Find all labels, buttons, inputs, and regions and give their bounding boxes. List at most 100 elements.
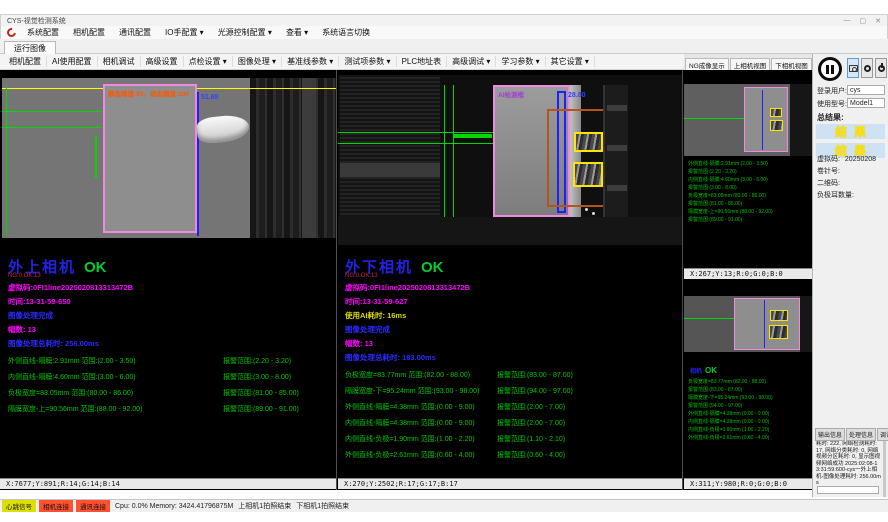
thumb-result-line: 外侧直线-隔膜=4.38mm (0.00 - 9.00) [688,410,773,418]
panel-field: 卷针号: [817,166,843,176]
menu-bar: 系统配置相机配置通讯配置IO手配置 ▾光源控制配置 ▾查看 ▾系统语言切换 [0,26,888,39]
thumb2-result-lines: 负极宽度=83.77mm (82.00 - 88.00)报警范围:(83.00 … [688,378,773,442]
toolbar-item[interactable]: 点检设置 ▾ [184,56,233,67]
blue-measure-value: 28.80 [568,92,586,99]
defect-box-1 [574,132,603,152]
toolbar-item[interactable]: 测试项参数 ▾ [339,56,396,67]
login-value-field[interactable]: cys [847,85,885,95]
main-area: 静态阈值:93，动态阈值:100 51.68 外上相机OK NG:0,OK:13… [0,70,812,490]
measurement-value: 内侧直线-隔膜:4.60mm 范围:(3.00 - 6.00) [8,372,223,382]
ai-time-line: 使用AI耗时: 16ms [345,310,675,321]
thumbnail-tabs: NG成像显示上相机视图下相机视图 [684,54,812,70]
panel-field: 二维码: [817,178,843,188]
model-value-field[interactable]: Model1 [847,98,885,108]
green-line-1 [2,111,102,112]
left-coordinate-bar: X:7677;Y:891;R:14;G:14;B:14 [0,478,336,489]
lower-camera-status: 下相机1拍照结束 [296,501,349,511]
measurement-row: 外侧直线-隔膜=4.38mm 范围:(0.00 - 9.00) 报警范围:(2.… [345,402,675,412]
field-label: 卷针号: [817,168,840,175]
thumb2-title: 相机 [690,369,702,375]
alarm-range: 报警范围:(1.10 - 2.10) [497,434,565,444]
speck-dot [585,208,588,211]
log-input[interactable] [817,486,879,494]
thumb-result-line: 外侧直线-负极=2.61mm (0.60 - 4.00) [688,434,773,442]
upper-camera-status: 上相机1拍照结束 [238,501,291,511]
left-camera-image[interactable]: 静态阈值:93，动态阈值:100 51.68 [2,78,336,238]
close-button[interactable]: ✕ [875,17,881,25]
panel-field: 负极耳数量: [817,190,857,200]
thumb-result-line: 负极宽度=83.05mm (80.00 - 86.00) [688,192,773,200]
toolbar-item[interactable]: 高级调试 ▾ [447,56,496,67]
pause-button[interactable] [818,57,842,81]
image-bottom-band [338,217,683,245]
status-badges: 心跳信号相机连接通讯连接 [2,500,110,512]
minimize-button[interactable]: — [844,17,851,25]
thumb-tab[interactable]: 上相机视图 [730,58,771,70]
measurement-value: 负极宽度=83.77mm 范围:(82.00 - 88.00) [345,370,497,380]
green-line-2 [2,127,102,128]
power-icon [878,65,885,72]
tab-run-image[interactable]: 运行图像 [4,41,56,54]
app-logo-icon [5,26,18,39]
center-camera-view: AI检测框 28.80 外下相机OK [338,70,683,490]
thumb-result-line: 隔膜宽度-上=90.56mm (88.00 - 92.00) [688,208,773,216]
green-thick-segment [453,134,492,138]
tape-nozzle-object [196,113,250,144]
measurement-row: 内侧直线-负极=1.90mm 范围:(1.00 - 2.20) 报警范围:(1.… [345,434,675,444]
blue-measure-line [197,92,199,236]
total-result-label: 总结果: [817,112,844,123]
done-line: 图像处理完成 [345,324,675,335]
menu-item[interactable]: 相机配置 [66,28,112,37]
field-label: 二维码: [817,180,840,187]
measurement-row: 内侧直线-隔膜=4.38mm 范围:(0.00 - 9.00) 报警范围:(2.… [345,418,675,428]
thumb2-header: 相机OK [690,366,717,375]
menu-item[interactable]: 系统语言切换 [315,28,377,37]
center-camera-image[interactable]: AI检测框 28.80 [338,75,683,245]
roi-box-pink: 静态阈值:93，动态阈值:100 [103,84,197,233]
menu-item[interactable]: 通讯配置 [112,28,158,37]
toolbar-item[interactable]: 高级设置 [141,56,184,67]
measurement-value: 外侧直线-隔膜=4.38mm 范围:(0.00 - 9.00) [345,402,497,412]
camera-status: OK [84,259,107,276]
toolbar-item[interactable]: 学习参数 ▾ [496,56,545,67]
menu-item[interactable]: 光源控制配置 ▾ [211,28,279,37]
status-badge: 相机连接 [39,500,73,512]
power-button[interactable] [875,58,887,78]
thumb-tab[interactable]: 下相机视图 [771,58,812,70]
thumb2-image[interactable] [684,296,812,352]
toolbar-item[interactable]: AI使用配置 [47,56,98,67]
alarm-range: 报警范围:(2.20 - 3.20) [223,356,291,366]
thumbnail-column: 外侧直线-隔膜:2.91mm (2.00 - 3.50)报警范围:(2.20 -… [684,70,812,490]
lens-button[interactable] [861,58,873,78]
menu-item[interactable]: 查看 ▾ [279,28,315,37]
thumb1-image[interactable] [684,84,812,156]
machinery-silhouette [603,85,628,217]
camera-button[interactable] [847,58,859,78]
log-tab[interactable]: 调试信息 [877,428,888,441]
log-tab[interactable]: 处理信息 [846,428,876,441]
toolbar-item[interactable]: 相机调试 [98,56,141,67]
thumb-result-line: 报警范围:(94.00 - 97.00) [688,402,773,410]
measurement-row: 负极宽度=83.05mm 范围:(80.00 - 86.00) 报警范围:(81… [8,388,337,398]
thumb-result-line: 内侧直线-负极=1.90mm (1.00 - 2.20) [688,426,773,434]
log-scrollbar[interactable] [883,441,886,497]
thumb-result-line: 内侧直线-隔膜:4.60mm (3.00 - 6.00) [688,176,773,184]
barcode-line: 虚拟码:0FI1line2025020813313472B [8,282,337,293]
menu-item[interactable]: IO手配置 ▾ [158,28,211,37]
toolbar-item[interactable]: 基准线参数 ▾ [282,56,339,67]
toolbar-item[interactable]: 其它设置 ▾ [546,56,595,67]
machine-stripes [250,78,336,238]
thumb-tab[interactable]: NG成像显示 [685,58,729,70]
thumb2-status: OK [705,366,717,375]
done-line: 图像处理完成 [8,310,337,321]
ai-box-label: AI检测框 [498,89,524,99]
toolbar-item[interactable]: PLC地址表 [397,56,448,67]
result-box-1: 结果 [816,124,885,139]
toolbar-item[interactable]: 图像处理 ▾ [233,56,282,67]
toolbar-item[interactable]: 相机配置 [4,56,47,67]
maximize-button[interactable]: ▢ [860,17,867,25]
measurement-list: 负极宽度=83.77mm 范围:(82.00 - 88.00) 报警范围:(83… [345,370,675,460]
bright-band [340,163,440,177]
menu-item[interactable]: 系统配置 [20,28,66,37]
log-tab[interactable]: 输出信息 [815,428,845,441]
